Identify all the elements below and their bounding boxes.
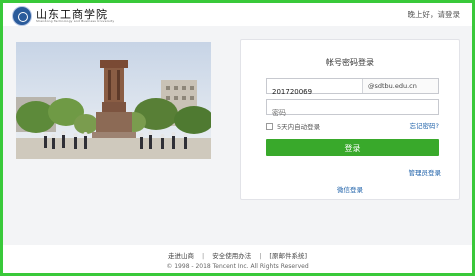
remember-checkbox[interactable] — [266, 122, 273, 130]
login-button[interactable]: 登录 — [266, 139, 439, 156]
admin-login-link[interactable]: 管理员登录 — [409, 167, 442, 177]
footer-link-security[interactable]: 安全使用办法 — [212, 252, 251, 260]
footer-link-about[interactable]: 走进山商 — [168, 252, 194, 260]
footer-links: 走进山商 | 安全使用办法 | [原邮件系统] — [0, 250, 475, 260]
greeting-text: 晚上好，请登录 — [407, 10, 461, 19]
footer-link-old-mail-label: 原邮件系统 — [271, 252, 305, 260]
login-title: 帐号密码登录 — [326, 58, 374, 67]
remember-label: 5天内自动登录 — [277, 123, 321, 131]
footer-separator: | — [259, 252, 262, 260]
forgot-password-link[interactable]: 忘记密码? — [410, 120, 439, 130]
header: 山东工商学院 Shandong Technology and Business … — [3, 3, 472, 26]
login-panel: 帐号密码登录 @sdtbu.edu.cn 5天内自动登录 忘记密码? 登录 管理… — [240, 39, 460, 200]
campus-photo-illustration — [16, 42, 211, 159]
copyright-text: © 1998 - 2018 Tencent Inc. All Rights Re… — [166, 263, 309, 270]
footer-link-old-mail[interactable]: [原邮件系统] — [269, 252, 307, 260]
logo-text: 山东工商学院 Shandong Technology and Business … — [36, 9, 114, 23]
remember-login[interactable]: 5天内自动登录 — [266, 121, 320, 131]
username-input[interactable] — [267, 85, 360, 99]
username-field[interactable]: @sdtbu.edu.cn — [266, 78, 439, 99]
university-logo: 山东工商学院 Shandong Technology and Business … — [12, 6, 114, 26]
university-seal-icon — [12, 6, 32, 26]
logo-name-en: Shandong Technology and Business Univers… — [36, 19, 115, 23]
footer-separator: | — [202, 252, 205, 260]
email-domain-select[interactable]: @sdtbu.edu.cn — [362, 79, 438, 93]
campus-photo — [16, 42, 211, 159]
password-field[interactable] — [266, 99, 439, 120]
wechat-login-link[interactable]: 微信登录 — [241, 184, 459, 194]
password-input[interactable] — [267, 106, 432, 120]
